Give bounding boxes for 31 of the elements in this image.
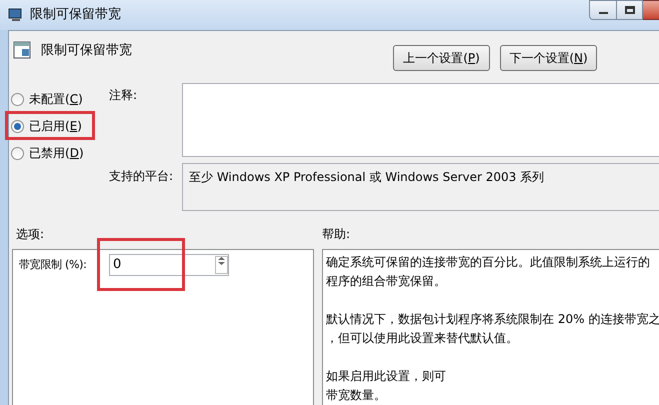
window-title: 限制可保留带宽 xyxy=(30,6,121,24)
number-spinner[interactable]: 0 xyxy=(109,254,229,276)
radio-label: 已启用(E) xyxy=(29,118,82,135)
help-label: 帮助: xyxy=(322,226,350,243)
platform-field: 至少 Windows XP Professional 或 Windows Server 2003 系列 xyxy=(182,163,659,211)
help-text: ，但可以使用此设置来替代默认值。 xyxy=(326,330,519,347)
maximize-icon xyxy=(624,6,634,14)
navigation-button[interactable]: 上一个设置(P) xyxy=(393,45,490,71)
radio-button[interactable] xyxy=(11,120,24,132)
policy-icon xyxy=(13,41,31,59)
radio-label: 已禁用(D) xyxy=(29,145,84,162)
field-label: 带宽限制 (%): xyxy=(19,256,88,273)
radio-label: 未配置(C) xyxy=(29,91,83,108)
policy-title: 限制可保留带宽 xyxy=(41,42,132,60)
minimize-icon xyxy=(598,12,608,14)
comment-field[interactable] xyxy=(182,83,659,157)
spin-arrows-icon[interactable] xyxy=(215,256,228,274)
radio-button[interactable] xyxy=(11,146,24,160)
help-text: 确定系统可保留的连接带宽的百分比。此值限制系统上运行的 xyxy=(326,254,651,271)
navigation-button[interactable]: 下一个设置(N) xyxy=(500,45,597,71)
radio-button[interactable] xyxy=(11,92,24,106)
spinner-value: 0 xyxy=(112,256,122,274)
maximize-button[interactable] xyxy=(617,0,643,20)
comment-label: 注释: xyxy=(109,87,138,104)
help-text: 如果启用此设置，则可 xyxy=(326,368,447,385)
options-label: 选项: xyxy=(15,226,46,243)
minimize-button[interactable] xyxy=(589,0,617,20)
help-text: 带宽数量。 xyxy=(326,387,387,404)
platform-label: 支持的平台: xyxy=(109,168,174,185)
help-text: 程序的组合带宽保留。 xyxy=(326,273,447,290)
computer-icon xyxy=(8,7,24,23)
